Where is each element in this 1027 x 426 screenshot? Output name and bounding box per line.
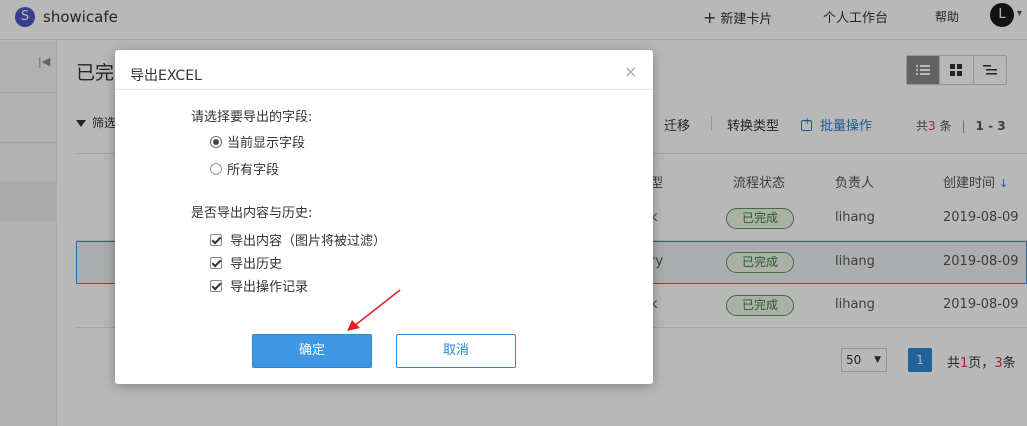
annotation-arrow-icon	[347, 289, 401, 331]
